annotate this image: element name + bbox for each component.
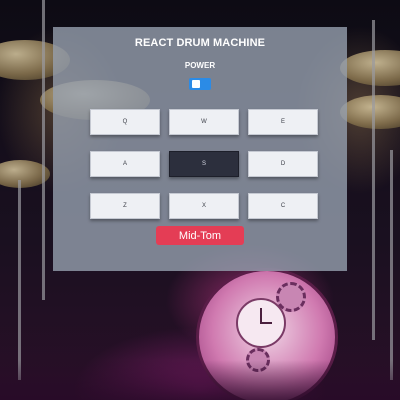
drum-pad-x[interactable]: X bbox=[169, 193, 239, 219]
power-label: POWER bbox=[184, 61, 216, 70]
stage-floor bbox=[0, 360, 400, 400]
stand-right-2 bbox=[390, 150, 393, 380]
drum-machine-panel: REACT DRUM MACHINE POWER Q W E A S D Z X… bbox=[53, 27, 347, 271]
drum-pad-a[interactable]: A bbox=[90, 151, 160, 177]
stand-left-2 bbox=[18, 180, 21, 380]
drum-pad-w[interactable]: W bbox=[169, 109, 239, 135]
app-title: REACT DRUM MACHINE bbox=[134, 37, 266, 49]
drum-pad-c[interactable]: C bbox=[248, 193, 318, 219]
sound-display: Mid-Tom bbox=[156, 226, 244, 245]
power-toggle[interactable] bbox=[189, 78, 211, 90]
drum-pad-q[interactable]: Q bbox=[90, 109, 160, 135]
power-toggle-knob bbox=[192, 80, 200, 88]
drum-pad-e[interactable]: E bbox=[248, 109, 318, 135]
drum-pad-z[interactable]: Z bbox=[90, 193, 160, 219]
drum-pad-d[interactable]: D bbox=[248, 151, 318, 177]
drum-pad-s[interactable]: S bbox=[169, 151, 239, 177]
stand-right bbox=[372, 20, 375, 340]
gear-icon bbox=[276, 282, 306, 312]
stand-left bbox=[42, 0, 45, 300]
